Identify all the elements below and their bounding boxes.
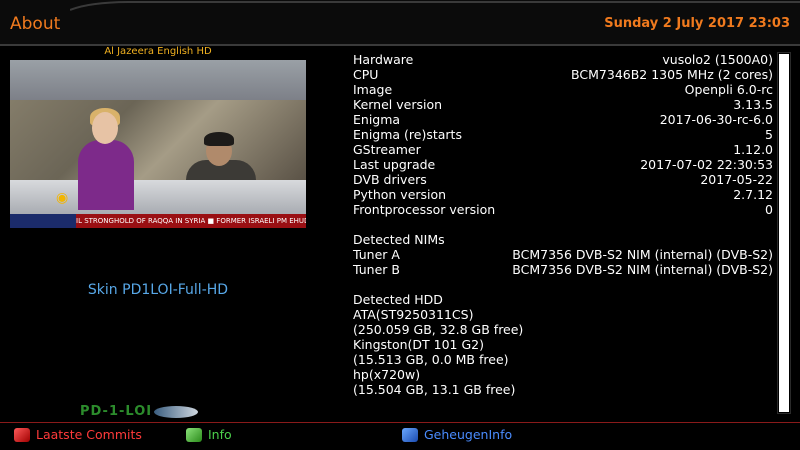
info-list: Hardware vusolo2 (1500A0) CPU BCM7346B2 13… — [353, 52, 773, 397]
green-button-label: Info — [208, 427, 232, 442]
info-value: BCM7356 DVB-S2 NIM (internal) (DVB-S2) — [512, 247, 773, 262]
logo-swoosh-icon — [154, 406, 198, 418]
info-value: BCM7346B2 1305 MHz (2 cores) — [571, 67, 773, 82]
info-value: 3.13.5 — [733, 97, 773, 112]
info-row-cpu: CPU BCM7346B2 1305 MHz (2 cores) — [353, 67, 773, 82]
info-row-enigma: Enigma 2017-06-30-rc-6.0 — [353, 112, 773, 127]
green-key-icon — [186, 428, 202, 442]
info-value: 2017-07-02 22:30:53 — [640, 157, 773, 172]
info-key: Last upgrade — [353, 157, 436, 172]
scrollbar-thumb[interactable] — [779, 54, 789, 412]
video-anchor-body — [78, 140, 134, 210]
info-key: Tuner A — [353, 247, 400, 262]
info-key: GStreamer — [353, 142, 421, 157]
info-key: Kernel version — [353, 97, 443, 112]
hdd-section-title: Detected HDD — [353, 292, 443, 307]
info-row-last-upgrade: Last upgrade 2017-07-02 22:30:53 — [353, 157, 773, 172]
hdd-line: (250.059 GB, 32.8 GB free) — [353, 322, 524, 337]
video-figure-man-hair — [204, 132, 234, 146]
video-anchor-head — [92, 112, 118, 144]
footer-divider — [0, 422, 800, 423]
info-row-dvb-drivers: DVB drivers 2017-05-22 — [353, 172, 773, 187]
hdd-line: ATA(ST9250311CS) — [353, 307, 474, 322]
info-row-gstreamer: GStreamer 1.12.0 — [353, 142, 773, 157]
video-news-desk — [10, 180, 306, 214]
info-value: 2017-06-30-rc-6.0 — [659, 112, 773, 127]
hdd-line: hp(x720w) — [353, 367, 421, 382]
info-row-python: Python version 2.7.12 — [353, 187, 773, 202]
channel-name: Al Jazeera English HD — [104, 46, 212, 57]
info-key: CPU — [353, 67, 379, 82]
red-key-icon — [14, 428, 30, 442]
info-value: BCM7356 DVB-S2 NIM (internal) (DVB-S2) — [512, 262, 773, 277]
info-value: 1.12.0 — [733, 142, 773, 157]
video-sky — [10, 60, 306, 100]
info-row-tuner-a: Tuner A BCM7356 DVB-S2 NIM (internal) (DV… — [353, 247, 773, 262]
info-row-kernel: Kernel version 3.13.5 — [353, 97, 773, 112]
ticker-text: IL STRONGHOLD OF RAQQA IN SYRIA ■ FORMER… — [76, 217, 306, 225]
ticker-block — [10, 214, 76, 228]
news-ticker: IL STRONGHOLD OF RAQQA IN SYRIA ■ FORMER… — [10, 214, 306, 228]
info-value: 2.7.12 — [733, 187, 773, 202]
nims-section-title: Detected NIMs — [353, 232, 445, 247]
date-time: Sunday 2 July 2017 23:03 — [604, 16, 790, 31]
info-key: Enigma — [353, 112, 401, 127]
channel-logo-icon: ◉ — [56, 190, 69, 206]
info-key: DVB drivers — [353, 172, 427, 187]
skin-label: Skin PD1LOI-Full-HD — [87, 282, 229, 298]
info-key: Image — [353, 82, 393, 97]
pd1loi-logo: PD-1-LOI — [80, 404, 153, 419]
blue-key-icon — [402, 428, 418, 442]
info-value: 5 — [765, 127, 773, 142]
hdd-line: (15.504 GB, 13.1 GB free) — [353, 382, 516, 397]
video-preview: ◉ IL STRONGHOLD OF RAQQA IN SYRIA ■ FORM… — [10, 60, 306, 228]
info-value: Openpli 6.0-rc — [684, 82, 773, 97]
hdd-line: Kingston(DT 101 G2) — [353, 337, 484, 352]
red-button-label: Laatste Commits — [36, 427, 142, 442]
info-value: 0 — [765, 202, 773, 217]
blue-button-label: GeheugenInfo — [424, 427, 513, 442]
page-title: About — [10, 14, 61, 34]
info-row-hardware: Hardware vusolo2 (1500A0) — [353, 52, 773, 67]
info-key: Enigma (re)starts — [353, 127, 462, 142]
info-key: Hardware — [353, 52, 414, 67]
hdd-line: (15.513 GB, 0.0 MB free) — [353, 352, 509, 367]
info-key: Frontprocessor version — [353, 202, 496, 217]
info-row-frontprocessor: Frontprocessor version 0 — [353, 202, 773, 217]
info-row-tuner-b: Tuner B BCM7356 DVB-S2 NIM (internal) (DV… — [353, 262, 773, 277]
info-row-image: Image Openpli 6.0-rc — [353, 82, 773, 97]
info-key: Tuner B — [353, 262, 400, 277]
info-value: 2017-05-22 — [700, 172, 773, 187]
info-row-enigma-restarts: Enigma (re)starts 5 — [353, 127, 773, 142]
info-key: Python version — [353, 187, 447, 202]
info-value: vusolo2 (1500A0) — [662, 52, 773, 67]
